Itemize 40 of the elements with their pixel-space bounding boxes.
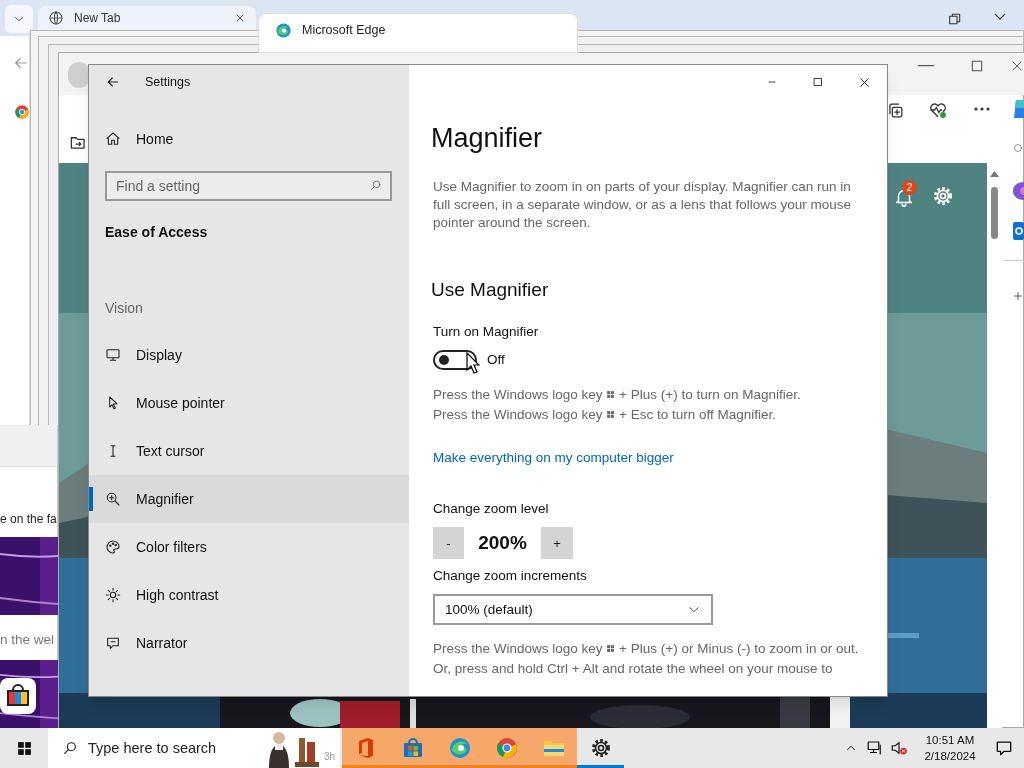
scroll-up-icon bbox=[990, 171, 999, 177]
more-icon bbox=[973, 106, 991, 112]
clock-time: 10:51 AM bbox=[925, 733, 975, 748]
clock-date: 2/18/2024 bbox=[924, 749, 976, 764]
tab-title: Microsoft Edge bbox=[302, 22, 386, 39]
window-title: Settings bbox=[145, 73, 191, 91]
back-arrow-icon bbox=[105, 74, 121, 90]
heartbeat-icon bbox=[928, 100, 948, 120]
tab-menu-button[interactable] bbox=[5, 5, 33, 33]
home-icon bbox=[105, 131, 121, 147]
search-icon bbox=[62, 740, 78, 756]
tab-title: New Tab bbox=[74, 10, 122, 26]
restore-icon bbox=[947, 11, 963, 27]
maximize-icon bbox=[969, 58, 985, 74]
edge-logo-icon bbox=[447, 736, 472, 760]
sidebar-divider bbox=[1003, 260, 1024, 261]
windows-logo-icon bbox=[15, 739, 33, 757]
badge-text: 3h bbox=[324, 750, 336, 764]
snippet-text: e on the fa bbox=[0, 512, 58, 527]
maximize-icon bbox=[812, 76, 824, 88]
store-icon bbox=[0, 678, 36, 714]
network-icon bbox=[866, 739, 884, 757]
app-icon bbox=[1013, 182, 1024, 200]
browser-tab[interactable]: Microsoft Edge bbox=[258, 13, 578, 53]
copilot-icon bbox=[1012, 98, 1024, 120]
back-button[interactable] bbox=[105, 74, 121, 90]
globe-icon bbox=[48, 10, 64, 26]
minimize-icon bbox=[918, 65, 934, 67]
nav-item[interactable]: Home bbox=[89, 119, 409, 159]
browser-tab[interactable]: New Tab bbox=[38, 6, 256, 30]
scroll-thumb bbox=[991, 187, 998, 239]
close-icon bbox=[234, 12, 246, 24]
page-title: Magnifier bbox=[431, 122, 543, 155]
chrome-logo-icon bbox=[494, 736, 519, 760]
edge-logo-icon bbox=[275, 22, 292, 39]
snippet-text: n the wel bbox=[0, 631, 55, 649]
close-icon bbox=[1010, 58, 1024, 74]
close-icon bbox=[857, 75, 871, 89]
collections-icon bbox=[886, 101, 905, 120]
volume-muted-icon bbox=[890, 739, 908, 757]
